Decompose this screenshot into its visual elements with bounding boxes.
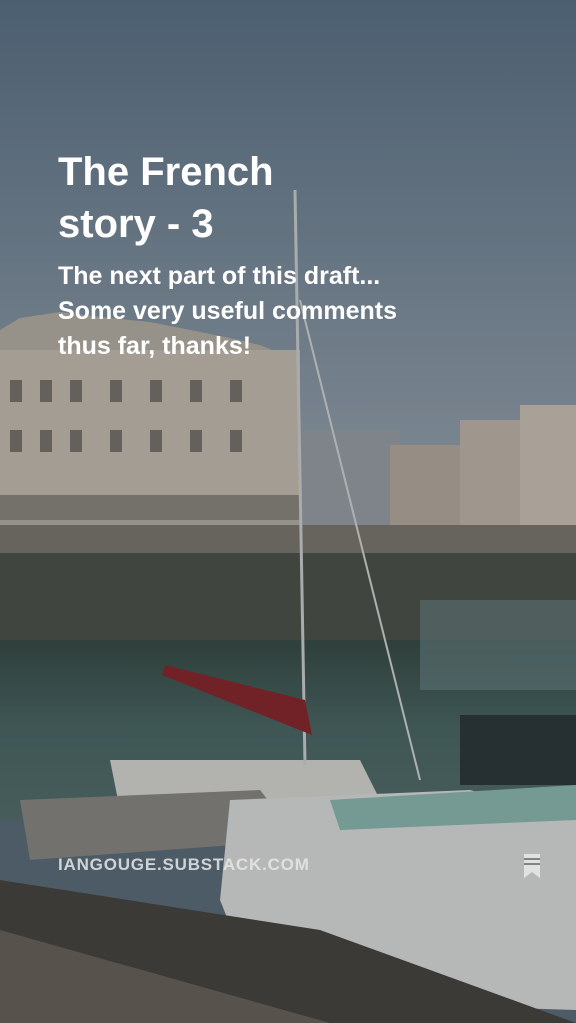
post-share-card[interactable]: The French story - 3 The next part of th… [0, 0, 576, 1023]
post-title[interactable]: The French story - 3 [58, 146, 358, 250]
post-subtitle: The next part of this draft... Some very… [58, 262, 398, 360]
publication-domain[interactable]: IANGOUGE.SUBSTACK.COM [58, 855, 310, 875]
bookmark-icon[interactable] [522, 853, 542, 879]
